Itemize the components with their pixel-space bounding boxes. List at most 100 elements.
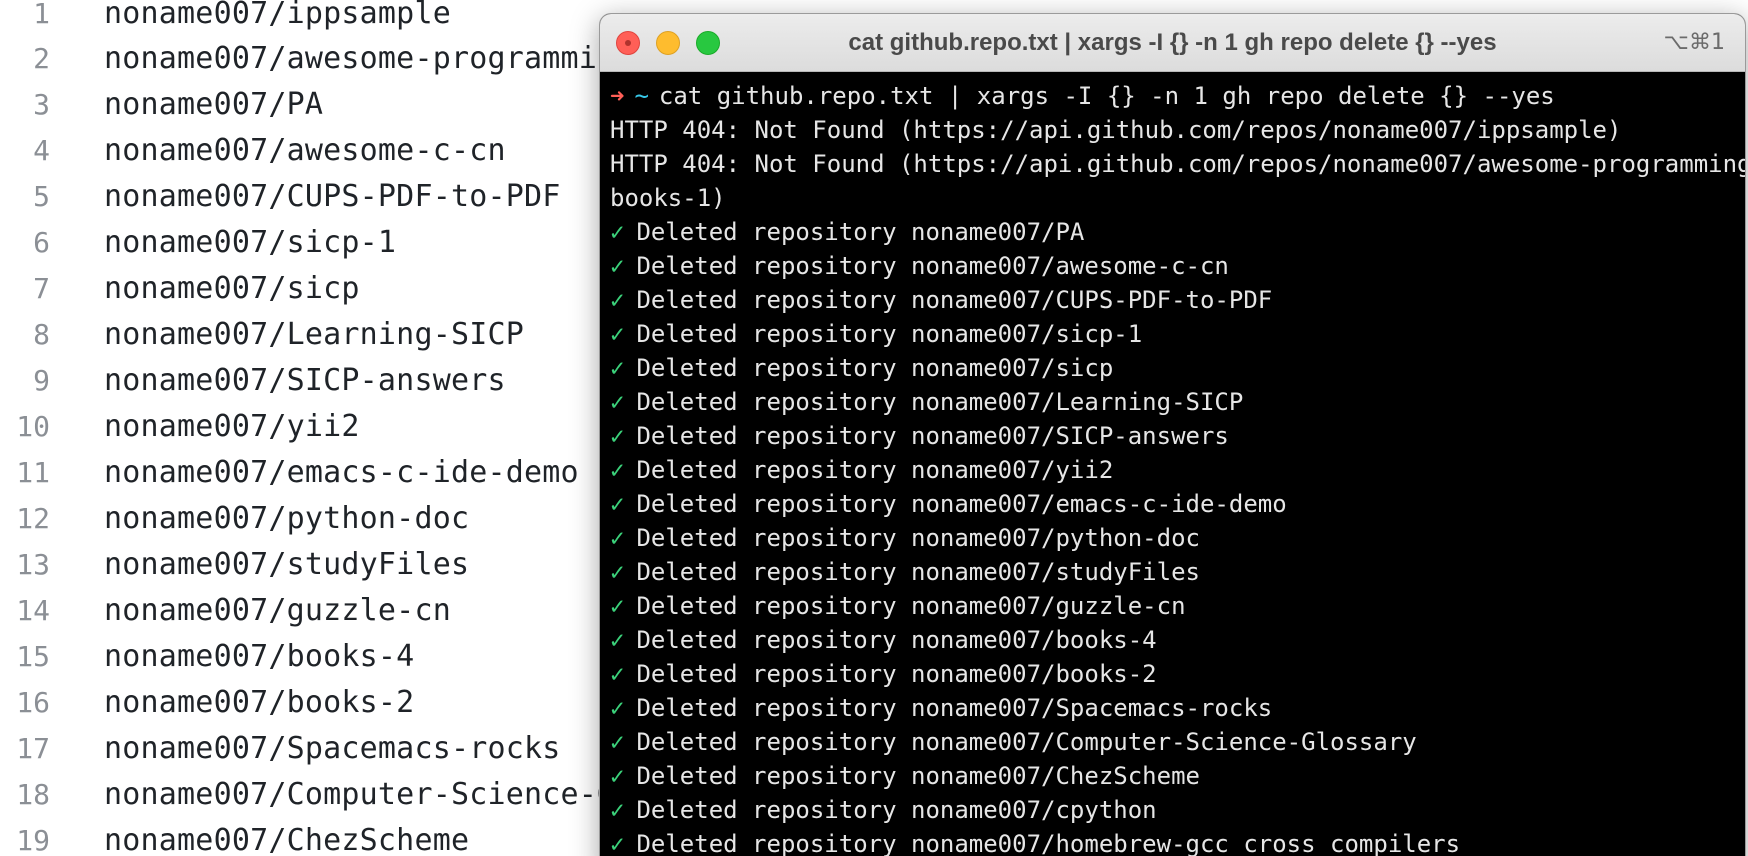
editor-line[interactable]: 12 noname007/python-doc [0, 495, 469, 541]
line-text[interactable]: noname007/ChezScheme [104, 823, 469, 856]
deleted-line: ✓ Deleted repository noname007/ChezScheme [610, 759, 1740, 793]
deleted-message: Deleted repository noname007/Learning-SI… [636, 388, 1244, 416]
editor-line[interactable]: 13 noname007/studyFiles [0, 541, 469, 587]
deleted-line: ✓ Deleted repository noname007/sicp [610, 351, 1740, 385]
deleted-line: ✓ Deleted repository noname007/cpython [610, 793, 1740, 827]
deleted-line: ✓ Deleted repository noname007/Computer-S… [610, 725, 1740, 759]
line-text[interactable]: noname007/books-4 [104, 639, 414, 674]
line-text[interactable]: noname007/PA [104, 87, 323, 122]
deleted-message: Deleted repository noname007/sicp-1 [636, 320, 1143, 348]
line-number: 10 [16, 409, 50, 443]
line-text[interactable]: noname007/CUPS-PDF-to-PDF [104, 179, 561, 214]
deleted-message: Deleted repository noname007/studyFiles [636, 558, 1200, 586]
check-icon: ✓ [610, 830, 625, 856]
terminal-window[interactable]: cat github.repo.txt | xargs -I {} -n 1 g… [599, 13, 1746, 856]
line-number: 5 [33, 179, 50, 213]
deleted-message: Deleted repository noname007/Spacemacs-r… [636, 694, 1273, 722]
check-icon: ✓ [610, 796, 625, 824]
line-text[interactable]: noname007/sicp-1 [104, 225, 396, 260]
check-icon: ✓ [610, 524, 625, 552]
deleted-message: Deleted repository noname007/cpython [636, 796, 1157, 824]
editor-line[interactable]: 7 noname007/sicp [0, 265, 360, 311]
error-line: HTTP 404: Not Found (https://api.github.… [610, 150, 1746, 178]
check-icon: ✓ [610, 320, 625, 348]
deleted-line: ✓ Deleted repository noname007/books-4 [610, 623, 1740, 657]
deleted-line: ✓ Deleted repository noname007/homebrew-g… [610, 827, 1740, 856]
line-text[interactable]: noname007/studyFiles [104, 547, 469, 582]
deleted-message: Deleted repository noname007/sicp [636, 354, 1114, 382]
deleted-message: Deleted repository noname007/python-doc [636, 524, 1200, 552]
line-text[interactable]: noname007/guzzle-cn [104, 593, 451, 628]
line-text[interactable]: noname007/Spacemacs-rocks [104, 731, 561, 766]
deleted-line: ✓ Deleted repository noname007/Learning-S… [610, 385, 1740, 419]
window-shortcut: ⌥⌘1 [1663, 30, 1725, 55]
error-line: books-1) [610, 184, 726, 212]
line-number: 18 [16, 777, 50, 811]
check-icon: ✓ [610, 626, 625, 654]
line-number: 4 [33, 133, 50, 167]
editor-line[interactable]: 11 noname007/emacs-c-ide-demo [0, 449, 579, 495]
terminal-titlebar[interactable]: cat github.repo.txt | xargs -I {} -n 1 g… [600, 14, 1745, 72]
line-number: 6 [33, 225, 50, 259]
line-text[interactable]: noname007/emacs-c-ide-demo [104, 455, 579, 490]
editor-line[interactable]: 1 noname007/ippsample [0, 0, 451, 36]
deleted-line: ✓ Deleted repository noname007/PA [610, 215, 1740, 249]
deleted-message: Deleted repository noname007/ChezScheme [636, 762, 1200, 790]
deleted-line: ✓ Deleted repository noname007/studyFiles [610, 555, 1740, 589]
check-icon: ✓ [610, 592, 625, 620]
deleted-line: ✓ Deleted repository noname007/books-2 [610, 657, 1740, 691]
check-icon: ✓ [610, 490, 625, 518]
editor-line[interactable]: 4 noname007/awesome-c-cn [0, 127, 506, 173]
deleted-message: Deleted repository noname007/guzzle-cn [636, 592, 1186, 620]
editor-line[interactable]: 19 noname007/ChezScheme [0, 817, 469, 856]
line-number: 7 [33, 271, 50, 305]
deleted-line: ✓ Deleted repository noname007/sicp-1 [610, 317, 1740, 351]
editor-line[interactable]: 3 noname007/PA [0, 81, 323, 127]
line-text[interactable]: noname007/SICP-answers [104, 363, 506, 398]
editor-line[interactable]: 5 noname007/CUPS-PDF-to-PDF [0, 173, 561, 219]
deleted-message: Deleted repository noname007/yii2 [636, 456, 1114, 484]
deleted-message: Deleted repository noname007/CUPS-PDF-to… [636, 286, 1273, 314]
check-icon: ✓ [610, 422, 625, 450]
check-icon: ✓ [610, 660, 625, 688]
editor-line[interactable]: 15 noname007/books-4 [0, 633, 414, 679]
terminal-output[interactable]: ➜ ~ cat github.repo.txt | xargs -I {} -n 1… [610, 79, 1746, 856]
deleted-line: ✓ Deleted repository noname007/yii2 [610, 453, 1740, 487]
line-number: 8 [33, 317, 50, 351]
editor-line[interactable]: 16 noname007/books-2 [0, 679, 414, 725]
deleted-message: Deleted repository noname007/emacs-c-ide… [636, 490, 1287, 518]
editor-line[interactable]: 8 noname007/Learning-SICP [0, 311, 524, 357]
line-number: 9 [33, 363, 50, 397]
check-icon: ✓ [610, 354, 625, 382]
line-text[interactable]: noname007/sicp [104, 271, 360, 306]
deleted-message: Deleted repository noname007/Computer-Sc… [636, 728, 1417, 756]
line-text[interactable]: noname007/python-doc [104, 501, 469, 536]
check-icon: ✓ [610, 388, 625, 416]
line-text[interactable]: noname007/books-2 [104, 685, 414, 720]
editor-line[interactable]: 6 noname007/sicp-1 [0, 219, 396, 265]
deleted-line: ✓ Deleted repository noname007/python-doc [610, 521, 1740, 555]
editor-line[interactable]: 17 noname007/Spacemacs-rocks [0, 725, 561, 771]
line-text[interactable]: noname007/Learning-SICP [104, 317, 524, 352]
check-icon: ✓ [610, 762, 625, 790]
check-icon: ✓ [610, 252, 625, 280]
deleted-line: ✓ Deleted repository noname007/Spacemacs-… [610, 691, 1740, 725]
line-text[interactable]: noname007/yii2 [104, 409, 360, 444]
prompt-arrow-icon: ➜ [610, 82, 625, 110]
editor-line[interactable]: 14 noname007/guzzle-cn [0, 587, 451, 633]
editor-line[interactable]: 9 noname007/SICP-answers [0, 357, 506, 403]
error-line: HTTP 404: Not Found (https://api.github.… [610, 116, 1622, 144]
line-text[interactable]: noname007/awesome-c-cn [104, 133, 506, 168]
editor-line[interactable]: 10 noname007/yii2 [0, 403, 360, 449]
check-icon: ✓ [610, 456, 625, 484]
line-number: 3 [33, 87, 50, 121]
deleted-message: Deleted repository noname007/SICP-answer… [636, 422, 1229, 450]
line-number: 16 [16, 685, 50, 719]
line-number: 14 [16, 593, 50, 627]
deleted-line: ✓ Deleted repository noname007/guzzle-cn [610, 589, 1740, 623]
window-title: cat github.repo.txt | xargs -I {} -n 1 g… [848, 29, 1497, 56]
line-text[interactable]: noname007/ippsample [104, 0, 451, 31]
deleted-message: Deleted repository noname007/books-2 [636, 660, 1157, 688]
line-number: 1 [33, 0, 50, 30]
deleted-line: ✓ Deleted repository noname007/emacs-c-id… [610, 487, 1740, 521]
